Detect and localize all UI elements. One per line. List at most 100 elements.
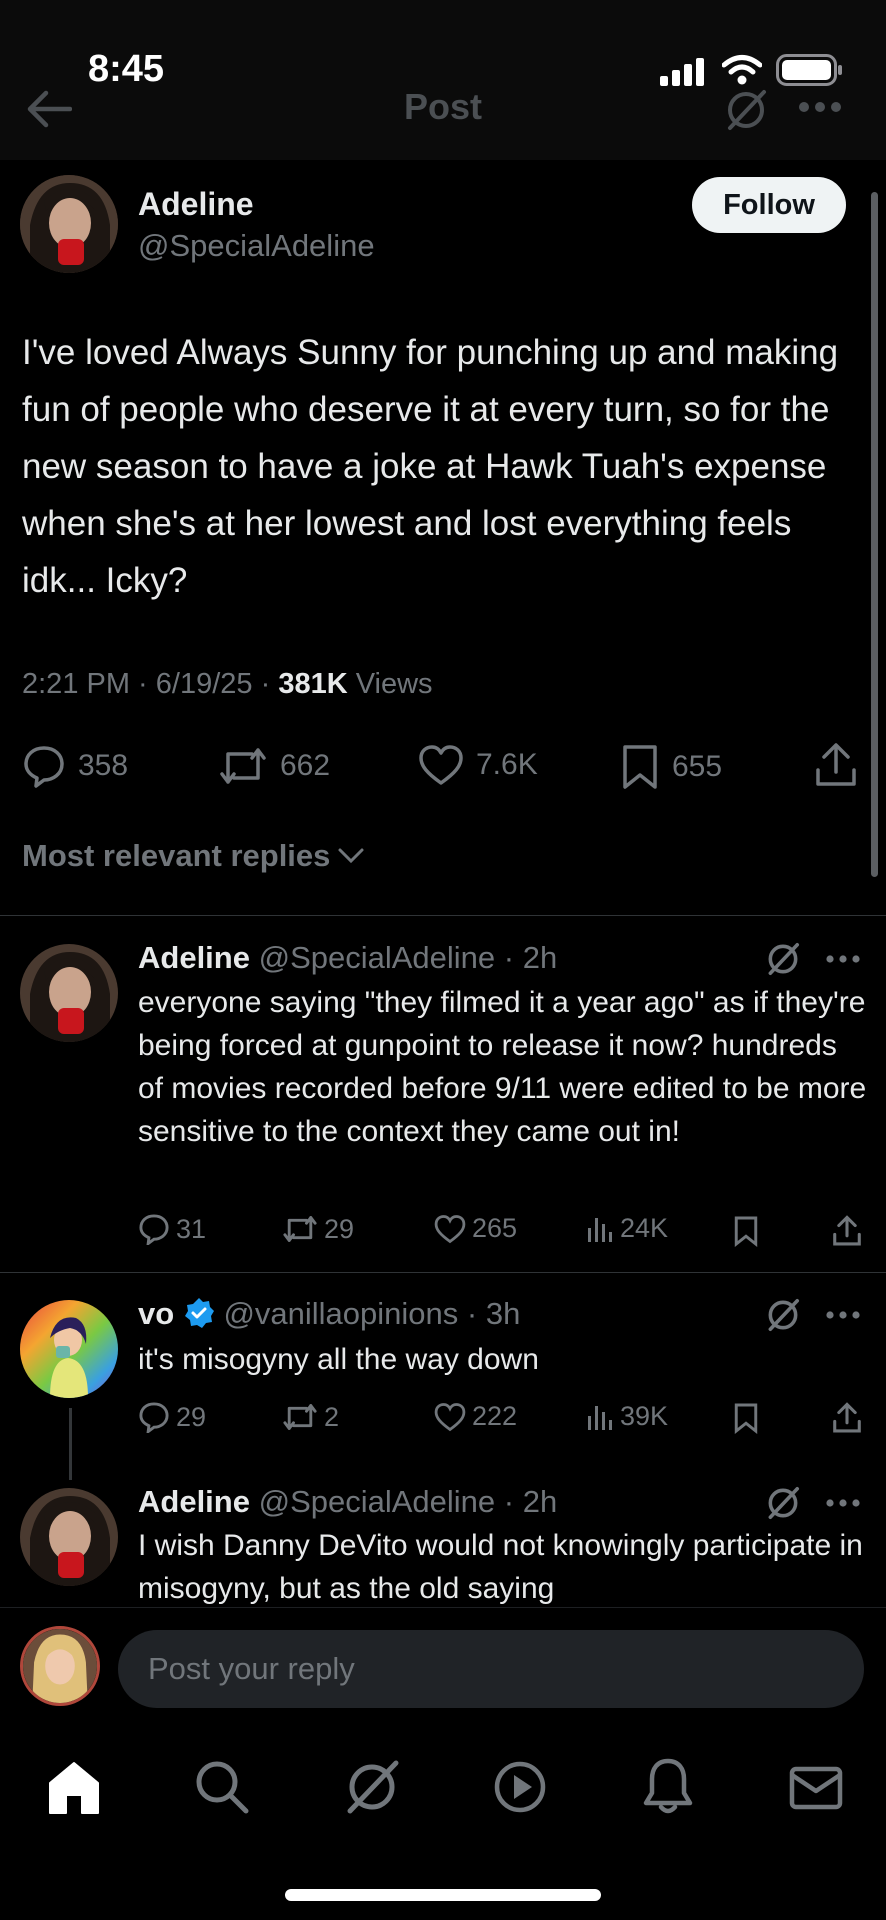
views-button[interactable]: 24K	[586, 1213, 668, 1244]
author-handle[interactable]: @SpecialAdeline	[138, 228, 375, 264]
replies-sort-label: Most relevant replies	[22, 838, 331, 873]
status-time: 8:45	[88, 48, 165, 90]
views-icon	[588, 1217, 612, 1242]
divider	[0, 1272, 886, 1273]
bottom-tab-bar	[0, 1727, 886, 1920]
repost-count: 29	[324, 1213, 355, 1244]
home-icon[interactable]	[42, 1755, 106, 1819]
reply-author-handle[interactable]: @SpecialAdeline	[259, 1484, 496, 1519]
like-icon	[419, 745, 463, 785]
reply-text: everyone saying "they filmed it a year a…	[138, 986, 867, 1148]
reply-author-name[interactable]: Adeline	[138, 1484, 250, 1519]
more-icon[interactable]	[826, 954, 860, 964]
avatar[interactable]	[20, 1488, 118, 1586]
share-icon[interactable]	[814, 742, 858, 788]
reply-button[interactable]: 29	[138, 1401, 206, 1433]
grok-icon[interactable]	[340, 1755, 404, 1819]
bookmark-icon	[623, 745, 657, 789]
bookmark-button[interactable]: 655	[620, 744, 722, 790]
share-icon[interactable]	[832, 1402, 862, 1434]
reply-text: it's misogyny all the way down	[138, 1343, 539, 1376]
reply-time: 3h	[485, 1296, 521, 1331]
avatar[interactable]	[20, 1300, 118, 1398]
post-date: 6/19/25	[155, 668, 253, 700]
reply-composer: Post your reply	[0, 1607, 886, 1728]
repost-button[interactable]: 662	[218, 744, 330, 788]
avatar[interactable]	[20, 1626, 100, 1706]
views-count: 381K	[278, 668, 348, 700]
chevron-down-icon	[338, 848, 364, 864]
post-text: I've loved Always Sunny for punching up …	[22, 333, 839, 600]
grok-icon[interactable]	[722, 86, 770, 134]
cellular-signal-icon	[660, 58, 704, 86]
reply-header: vo @vanillaopinions · 3h	[138, 1296, 521, 1331]
like-count: 265	[472, 1213, 518, 1243]
views-count: 24K	[620, 1213, 669, 1243]
reply-icon	[139, 1214, 169, 1245]
thread-connector	[69, 1408, 72, 1480]
reply-count: 31	[176, 1213, 207, 1244]
video-icon[interactable]	[488, 1755, 552, 1819]
like-count: 222	[472, 1401, 518, 1431]
divider	[0, 915, 886, 916]
home-indicator	[285, 1889, 601, 1901]
like-icon	[434, 1214, 466, 1243]
repost-count: 2	[324, 1401, 340, 1432]
repost-button[interactable]: 29	[282, 1213, 354, 1245]
repost-button[interactable]: 2	[282, 1401, 339, 1433]
views-button[interactable]: 39K	[586, 1401, 668, 1432]
reply-icon	[24, 746, 64, 788]
bookmark-icon[interactable]	[733, 1215, 759, 1247]
reply-header: Adeline @SpecialAdeline · 2h	[138, 940, 558, 975]
reply-input-placeholder: Post your reply	[148, 1651, 355, 1686]
views-count: 39K	[620, 1401, 669, 1431]
verified-badge-icon	[184, 1298, 214, 1328]
reply-time: 2h	[522, 1484, 558, 1519]
reply-author-handle[interactable]: @vanillaopinions	[223, 1296, 458, 1331]
scrollbar[interactable]	[871, 192, 878, 877]
reply-time: 2h	[522, 940, 558, 975]
reply-text: I wish Danny DeVito would not knowingly …	[138, 1529, 863, 1605]
reply-icon	[139, 1402, 169, 1433]
like-button[interactable]: 7.6K	[418, 744, 538, 786]
reply-author-name[interactable]: vo	[138, 1296, 174, 1331]
reply-author-handle[interactable]: @SpecialAdeline	[259, 940, 496, 975]
repost-icon	[283, 1404, 317, 1430]
post-meta: 2:21 PM · 6/19/25 · 381K Views	[22, 668, 433, 700]
bookmark-icon[interactable]	[733, 1402, 759, 1434]
like-button[interactable]: 265	[434, 1213, 517, 1244]
repost-icon	[283, 1216, 317, 1242]
grok-icon[interactable]	[764, 1296, 802, 1334]
reply-button[interactable]: 358	[22, 744, 128, 788]
share-icon[interactable]	[832, 1215, 862, 1247]
notifications-icon[interactable]	[636, 1755, 700, 1819]
search-icon[interactable]	[190, 1755, 254, 1819]
more-icon[interactable]	[826, 1310, 860, 1320]
reply-count: 358	[78, 749, 129, 782]
avatar[interactable]	[20, 944, 118, 1042]
like-count: 7.6K	[476, 748, 538, 781]
author-name[interactable]: Adeline	[138, 186, 254, 223]
repost-icon	[220, 748, 266, 784]
more-icon[interactable]	[826, 1498, 860, 1508]
grok-icon[interactable]	[764, 940, 802, 978]
more-icon[interactable]	[798, 100, 842, 114]
top-header: 8:45 Post	[0, 0, 886, 160]
reply-author-name[interactable]: Adeline	[138, 940, 250, 975]
replies-sort-dropdown[interactable]: Most relevant replies	[22, 838, 366, 874]
reply-header: Adeline @SpecialAdeline · 2h	[138, 1484, 558, 1519]
messages-icon[interactable]	[784, 1755, 848, 1819]
wifi-icon	[722, 55, 762, 85]
reply-count: 29	[176, 1401, 207, 1432]
battery-icon	[776, 54, 842, 86]
bookmark-count: 655	[672, 750, 723, 783]
views-icon	[588, 1405, 612, 1430]
follow-button[interactable]: Follow	[692, 177, 846, 233]
repost-count: 662	[280, 749, 331, 782]
avatar[interactable]	[20, 175, 118, 273]
like-button[interactable]: 222	[434, 1401, 517, 1432]
grok-icon[interactable]	[764, 1484, 802, 1522]
reply-input[interactable]: Post your reply	[118, 1630, 864, 1708]
reply-button[interactable]: 31	[138, 1213, 206, 1245]
views-label: Views	[355, 668, 433, 700]
